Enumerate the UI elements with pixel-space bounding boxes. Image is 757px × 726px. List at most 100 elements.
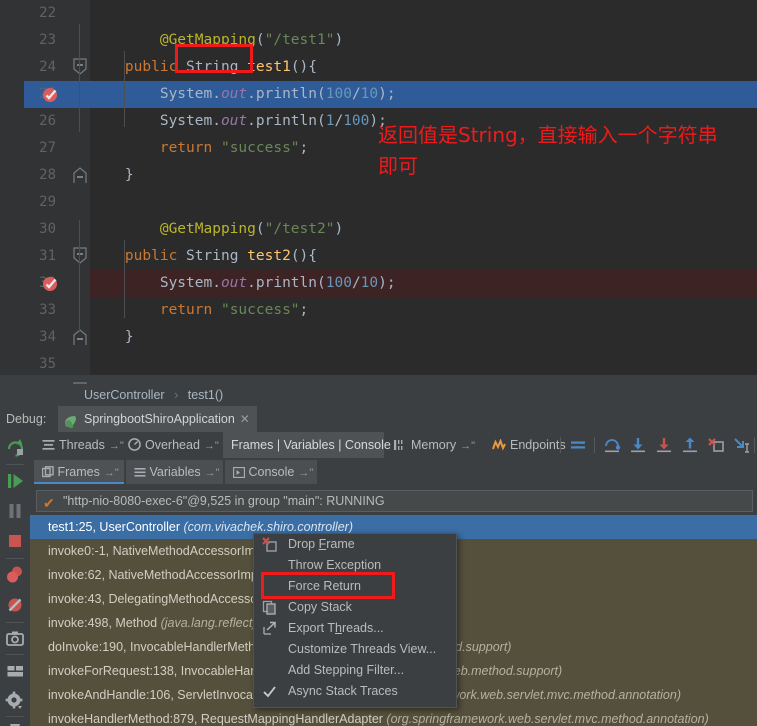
code-line[interactable]: 29	[0, 189, 757, 216]
line-number: 30	[39, 221, 56, 237]
export-icon	[262, 621, 277, 636]
fold-end-icon[interactable]	[72, 324, 88, 351]
tab-memory-pin[interactable]: →"	[460, 440, 475, 452]
frame-method: test1:25, UserController	[48, 520, 184, 534]
debug-subtabs-row: Frames →" Variables →" Console →"	[30, 458, 757, 486]
line-number: 23	[39, 32, 56, 48]
subtab-console-pin[interactable]: →"	[298, 467, 313, 479]
menu-item-label: Copy Stack	[288, 600, 352, 614]
rerun-button[interactable]	[0, 432, 30, 462]
tab-overhead[interactable]: Overhead →"	[120, 432, 221, 458]
line-number: 31	[39, 248, 56, 264]
debug-tabs-row: Threads →" Overhead →" Frames | Variables …	[30, 432, 757, 458]
code-line[interactable]: 30 @GetMapping("/test2")	[0, 216, 757, 243]
code-line[interactable]: 23 @GetMapping("/test1")	[0, 27, 757, 54]
console-icon	[232, 465, 248, 479]
frame-row[interactable]: invokeHandlerMethod:879, RequestMappingH…	[30, 707, 757, 726]
spring-leaf-icon	[63, 412, 78, 429]
subtab-frames-pin[interactable]: →"	[104, 467, 119, 479]
fold-end-icon[interactable]	[72, 162, 88, 189]
menu-item-export-threads[interactable]: Export Threads...	[254, 618, 456, 639]
run-to-cursor-icon[interactable]	[732, 436, 752, 454]
breadcrumb-separator: ›	[174, 388, 179, 402]
breakpoint-verified-icon[interactable]	[42, 275, 58, 291]
tab-frames-variables-console-label: Frames | Variables | Console	[231, 438, 391, 452]
code-editor[interactable]: 22 23 @GetMapping("/test1") 24 public Stri…	[0, 0, 757, 399]
menu-item-label: Force Return	[288, 579, 361, 593]
code-line[interactable]: 24 public String test1(){	[0, 54, 757, 81]
tab-overhead-label: Overhead	[145, 438, 200, 452]
pin-tab-button[interactable]	[0, 718, 30, 726]
layout-button[interactable]	[0, 656, 30, 686]
close-icon[interactable]: ✕	[240, 406, 250, 432]
code-text: }	[90, 167, 134, 183]
tab-overhead-pin[interactable]: →"	[204, 440, 219, 452]
fold-collapse-icon[interactable]	[72, 54, 88, 81]
code-line[interactable]: 31 public String test2(){	[0, 243, 757, 270]
tab-threads[interactable]: Threads →"	[34, 432, 124, 458]
frame-package: (org.springframework.web.servlet.mvc.met…	[386, 712, 709, 726]
menu-item-throw-exception[interactable]: Throw Exception	[254, 555, 456, 576]
tab-memory-label: Memory	[411, 438, 457, 452]
tab-frames-variables-console[interactable]: Frames | Variables | Console	[223, 432, 391, 458]
menu-item-label: Add Stepping Filter...	[288, 663, 405, 677]
fold-collapse-icon[interactable]	[72, 243, 88, 270]
fold-guide-line	[79, 24, 80, 132]
toolbar-divider	[754, 437, 755, 453]
copy-icon	[262, 600, 277, 615]
frame-package: (com.vivachek.shiro.controller)	[183, 520, 353, 534]
resume-program-button[interactable]	[0, 466, 30, 496]
code-text: return "success";	[159, 302, 309, 318]
code-line[interactable]: 33 return "success";	[0, 297, 757, 324]
menu-item-force-return[interactable]: Force Return	[254, 576, 456, 597]
code-line[interactable]: 35	[0, 351, 757, 378]
breadcrumb-class[interactable]: UserController	[84, 388, 165, 402]
force-step-into-icon[interactable]	[654, 436, 674, 454]
step-over-icon[interactable]	[602, 436, 622, 454]
code-line[interactable]: 25 System.out.println(100/10);	[0, 81, 757, 108]
annotation-note-line1: 返回值是String，直接输入一个字符串	[378, 123, 718, 147]
tab-memory[interactable]: Memory →"	[386, 432, 482, 458]
line-number: 28	[39, 167, 56, 183]
drop-frame-icon[interactable]	[706, 436, 726, 454]
menu-item-async-stack-traces[interactable]: Async Stack Traces	[254, 681, 456, 702]
view-breakpoints-button[interactable]	[0, 560, 30, 590]
frame-method: invoke0:-1, NativeMethodAccessorImpl	[48, 544, 269, 558]
frame-method: doInvoke:190, InvocableHandlerMethod	[48, 640, 273, 654]
code-text: return "success";	[159, 140, 309, 156]
subtab-console[interactable]: Console →"	[225, 460, 317, 484]
breadcrumb-method[interactable]: test1()	[188, 388, 223, 402]
subtab-variables[interactable]: Variables →"	[126, 460, 223, 484]
subtab-frames[interactable]: Frames →"	[34, 460, 124, 484]
step-out-icon[interactable]	[680, 436, 700, 454]
pause-program-button	[0, 496, 30, 526]
mute-breakpoints-button[interactable]	[0, 590, 30, 620]
frames-context-menu[interactable]: Drop Frame Throw Exception Force Return Cop…	[253, 533, 457, 708]
step-into-icon[interactable]	[628, 436, 648, 454]
menu-item-customize-threads-view[interactable]: Customize Threads View...	[254, 639, 456, 660]
screenshot-button[interactable]	[0, 624, 30, 654]
menu-item-add-stepping-filter[interactable]: Add Stepping Filter...	[254, 660, 456, 681]
code-line[interactable]: 22	[0, 0, 757, 27]
toolbar-divider	[6, 654, 24, 655]
settings-gear-button[interactable]	[0, 686, 30, 716]
menu-item-copy-stack[interactable]: Copy Stack	[254, 597, 456, 618]
toolbar-divider	[6, 558, 24, 559]
code-line[interactable]: 34 }	[0, 324, 757, 351]
toolbar-divider	[594, 437, 595, 453]
breadcrumb[interactable]: UserController › test1()	[0, 384, 757, 406]
menu-item-drop-frame[interactable]: Drop Frame	[254, 534, 456, 555]
line-number: 35	[39, 356, 56, 372]
code-text: System.out.println(100/10);	[90, 86, 396, 102]
settings-lines-icon[interactable]	[568, 436, 588, 454]
breakpoint-verified-icon[interactable]	[42, 86, 58, 102]
tab-endpoints-label: Endpoints	[510, 438, 566, 452]
thread-selector[interactable]: ✔ "http-nio-8080-exec-6"@9,525 in group …	[36, 490, 753, 512]
toolbar-divider	[560, 437, 561, 453]
indent-guide	[124, 103, 125, 127]
subtab-variables-pin[interactable]: →"	[205, 467, 220, 479]
debug-session-tab[interactable]: SpringbootShiroApplication ✕	[58, 406, 257, 432]
stop-button[interactable]	[0, 526, 30, 556]
frames-icon	[41, 465, 57, 479]
code-line[interactable]: 32 System.out.println(100/10);	[0, 270, 757, 297]
